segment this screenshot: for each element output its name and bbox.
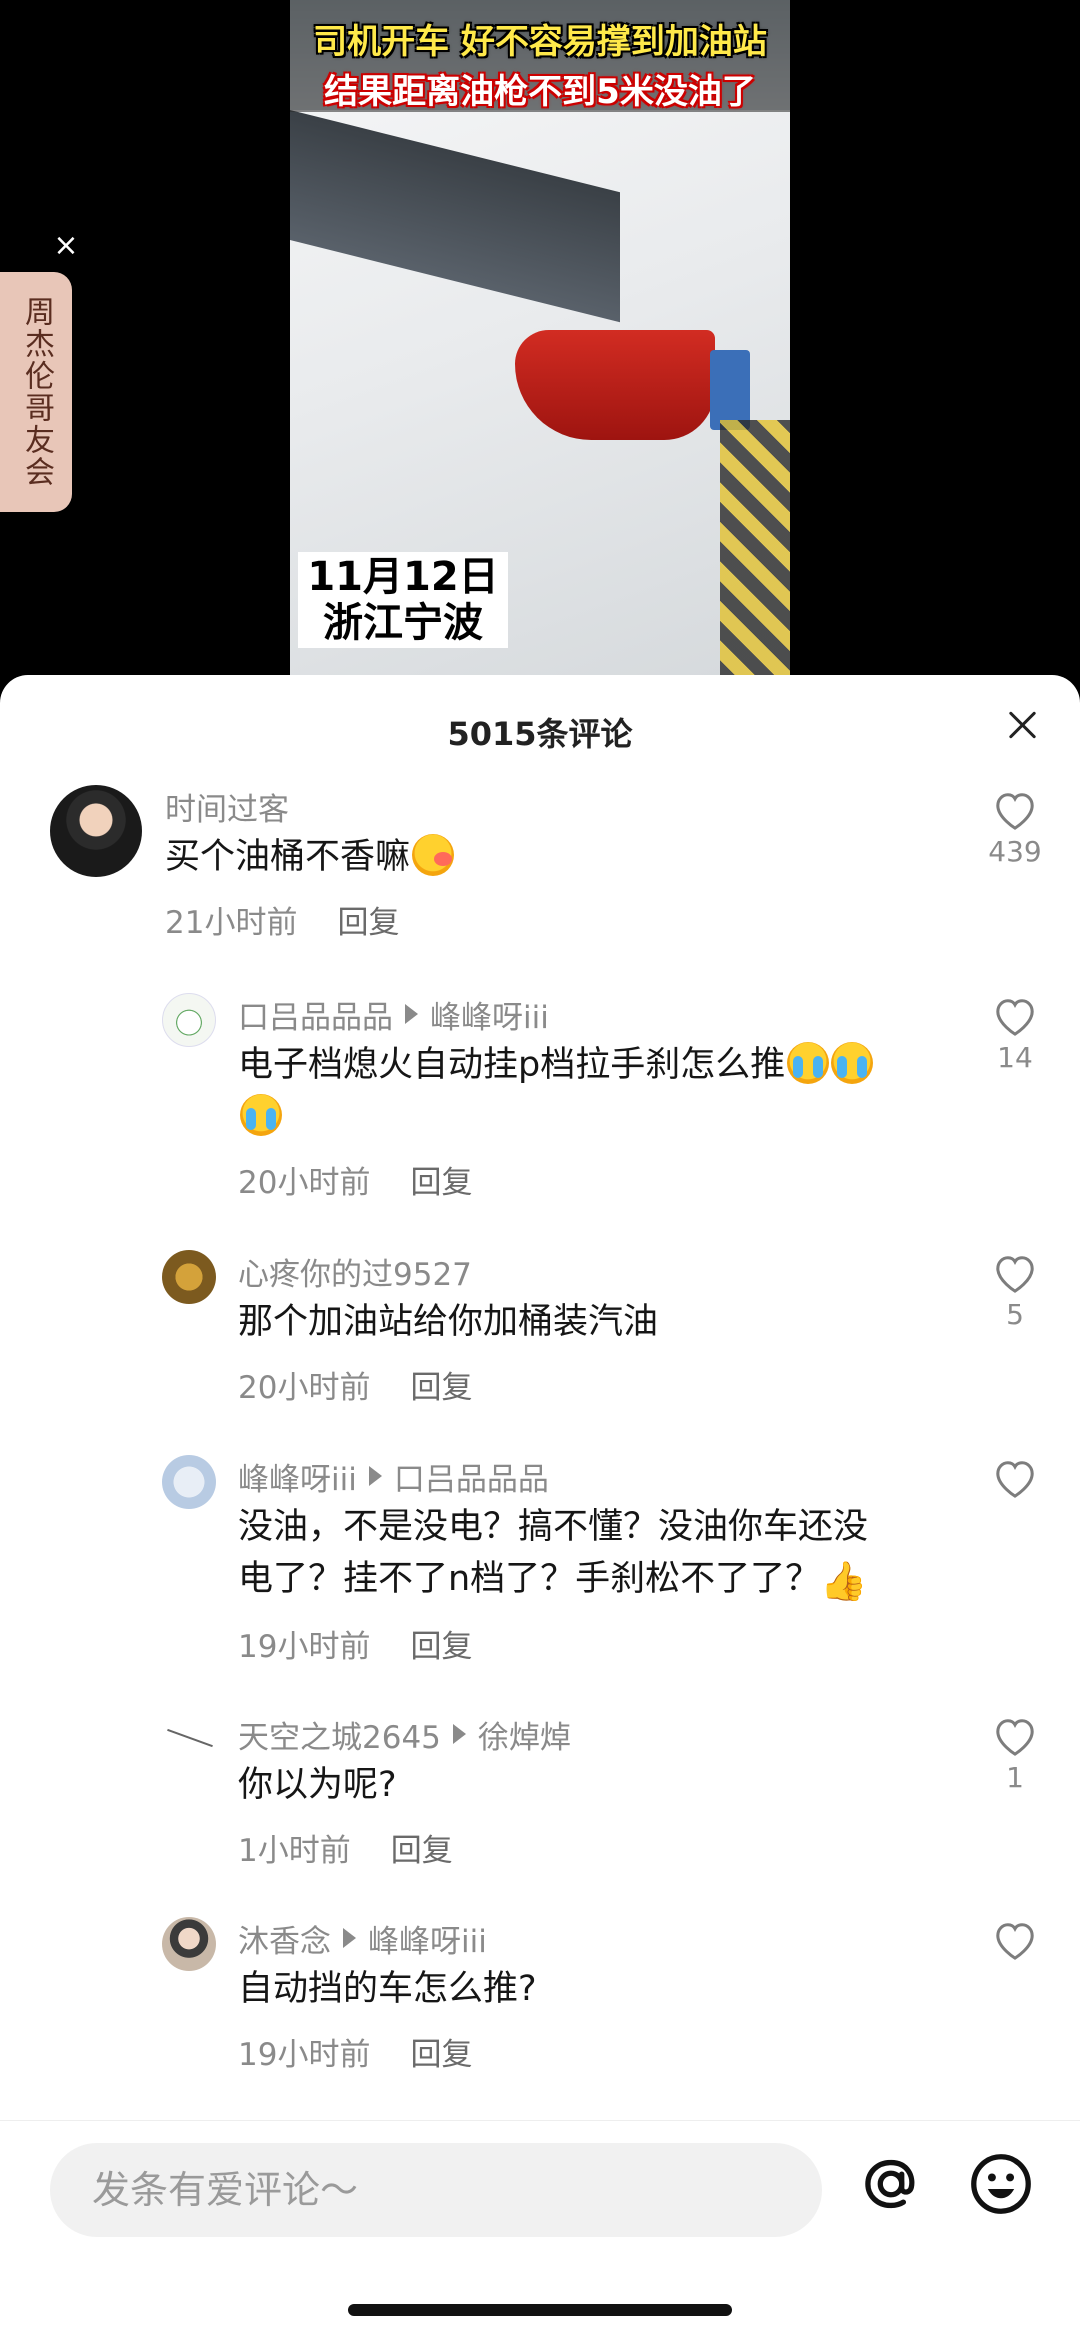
heart-outline-icon	[996, 1461, 1034, 1498]
reply-arrow-icon	[452, 1724, 466, 1744]
smile-icon[interactable]	[968, 2151, 1034, 2217]
comment-meta: 1小时前 回复	[238, 1825, 950, 1870]
comment-username[interactable]: 时间过客	[165, 784, 950, 829]
comment-text: 电子档熄火自动挂p档拉手刹怎么推	[238, 1039, 950, 1143]
comment-username: 峰峰呀iii 口吕品品品	[238, 1454, 950, 1499]
comment-time: 19小时前	[238, 2037, 371, 2073]
reply-to-username[interactable]: 峰峰呀iii	[368, 1916, 487, 1961]
close-icon[interactable]	[1000, 703, 1044, 747]
reply-button[interactable]: 回复	[410, 1621, 472, 1666]
like-count: 5	[1006, 1298, 1024, 1331]
crying-emoji-icon	[787, 1042, 830, 1084]
road-barrier	[720, 420, 790, 680]
comments-count-title: 5015条评论	[447, 715, 633, 753]
comment-body: 沐香念 峰峰呀iii 自动挡的车怎么推? 19小时前 回复	[238, 1917, 950, 2074]
comment-body: 心疼你的过9527 那个加油站给你加桶装汽油 20小时前 回复	[238, 1250, 950, 1407]
like-button[interactable]	[980, 1919, 1050, 1965]
reply-button[interactable]: 回复	[337, 897, 399, 942]
reply-button[interactable]: 回复	[410, 1157, 472, 1202]
comment-text: 买个油桶不香嘛	[165, 831, 950, 883]
comment-time: 21小时前	[165, 905, 298, 941]
home-indicator[interactable]	[348, 2304, 732, 2316]
like-button[interactable]	[980, 1457, 1050, 1503]
video-caption-line2: 结果距离油枪不到5米没油了	[324, 72, 756, 112]
license-plate	[710, 350, 750, 430]
comment-username: 天空之城2645 徐焯焯	[238, 1712, 950, 1757]
video-date: 11月12日	[307, 554, 499, 600]
avatar[interactable]	[50, 785, 142, 877]
comments-header: 5015条评论	[0, 675, 1080, 785]
comment-body: 峰峰呀iii 口吕品品品 没油，不是没电？搞不懂？没油你车还没 电了？挂不了n档了…	[238, 1455, 950, 1666]
comment-time: 1小时前	[238, 1833, 351, 1869]
like-button[interactable]: 439	[980, 789, 1050, 868]
comment-meta: 20小时前 回复	[238, 1157, 950, 1202]
blush-emoji-icon	[412, 834, 455, 876]
avatar[interactable]	[162, 1713, 216, 1767]
comment-input-bar: 发条有爱评论～	[0, 2120, 1080, 2337]
car-taillight	[515, 330, 715, 440]
crying-emoji-icon	[240, 1094, 282, 1136]
username[interactable]: 时间过客	[165, 784, 289, 829]
reply-button[interactable]: 回复	[410, 2029, 472, 2074]
comment-meta: 21小时前 回复	[165, 897, 950, 942]
comment-username: 口吕品品品 峰峰呀iii	[238, 992, 950, 1037]
thumbs-up-emoji-icon: 👍	[820, 1559, 868, 1603]
reply-to-username[interactable]: 徐焯焯	[478, 1712, 571, 1757]
reply-arrow-icon	[405, 1004, 418, 1024]
heart-outline-icon	[996, 793, 1034, 830]
side-tab-group[interactable]: 周杰伦哥友会	[0, 272, 72, 512]
comment-username: 沐香念 峰峰呀iii	[238, 1916, 950, 1961]
comment-text: 没油，不是没电？搞不懂？没油你车还没 电了？挂不了n档了？手刹松不了了？👍	[238, 1501, 950, 1607]
crying-emoji-icon	[831, 1042, 874, 1084]
username[interactable]: 峰峰呀iii	[238, 1454, 357, 1499]
video-player[interactable]: 司机开车 好不容易撑到加油站 结果距离油枪不到5米没油了 11月12日 浙江宁波	[0, 0, 1080, 700]
username[interactable]: 天空之城2645	[238, 1712, 441, 1757]
comment-meta: 19小时前 回复	[238, 2029, 950, 2074]
reply-to-username[interactable]: 峰峰呀iii	[430, 992, 549, 1037]
comment-body: 时间过客 买个油桶不香嘛 21小时前 回复	[165, 785, 950, 942]
like-button[interactable]: 5	[980, 1252, 1050, 1331]
reply-arrow-icon	[368, 1466, 382, 1486]
reply-to-username[interactable]: 口吕品品品	[394, 1454, 549, 1499]
side-tab-close-icon[interactable]: ×	[50, 230, 82, 262]
heart-outline-icon	[996, 1923, 1034, 1960]
avatar[interactable]	[162, 1917, 216, 1971]
comment-meta: 20小时前 回复	[238, 1362, 950, 1407]
comment-time: 20小时前	[238, 1165, 371, 1201]
comment-body: 天空之城2645 徐焯焯 你以为呢? 1小时前 回复	[238, 1713, 950, 1870]
like-count: 439	[988, 835, 1042, 868]
username[interactable]: 沐香念	[238, 1916, 331, 1961]
comments-sheet: 5015条评论 时间过客 买个油桶不香嘛 21小时前 回复 439 口吕品品品 …	[0, 675, 1080, 2337]
video-caption-line1: 司机开车 好不容易撑到加油站	[313, 22, 767, 62]
heart-outline-icon	[996, 1256, 1034, 1293]
comment-meta: 19小时前 回复	[238, 1621, 950, 1666]
avatar[interactable]	[162, 1455, 216, 1509]
comment-username: 心疼你的过9527	[238, 1249, 950, 1294]
avatar[interactable]	[162, 993, 216, 1047]
comment-body: 口吕品品品 峰峰呀iii 电子档熄火自动挂p档拉手刹怎么推 20小时前 回复	[238, 993, 950, 1202]
reply-arrow-icon	[343, 1928, 356, 1948]
video-location: 浙江宁波	[323, 600, 483, 646]
comment-text: 自动挡的车怎么推?	[238, 1969, 537, 2009]
heart-outline-icon	[996, 999, 1034, 1036]
avatar[interactable]	[162, 1250, 216, 1304]
video-date-overlay: 11月12日 浙江宁波	[298, 552, 508, 648]
like-count: 1	[1006, 1761, 1024, 1794]
comment-time: 20小时前	[238, 1370, 371, 1406]
reply-button[interactable]: 回复	[391, 1825, 453, 1870]
comment-input[interactable]: 发条有爱评论～	[50, 2143, 822, 2237]
like-button[interactable]: 1	[980, 1715, 1050, 1794]
comment-time: 19小时前	[238, 1629, 371, 1665]
comment-text: 你以为呢?	[238, 1765, 397, 1805]
comment-text: 那个加油站给你加桶装汽油	[238, 1302, 659, 1342]
username[interactable]: 心疼你的过9527	[238, 1249, 472, 1294]
reply-button[interactable]: 回复	[410, 1362, 472, 1407]
at-icon[interactable]	[858, 2151, 924, 2217]
username[interactable]: 口吕品品品	[238, 992, 393, 1037]
like-button[interactable]: 14	[980, 995, 1050, 1074]
heart-outline-icon	[996, 1719, 1034, 1756]
like-count: 14	[997, 1041, 1033, 1074]
